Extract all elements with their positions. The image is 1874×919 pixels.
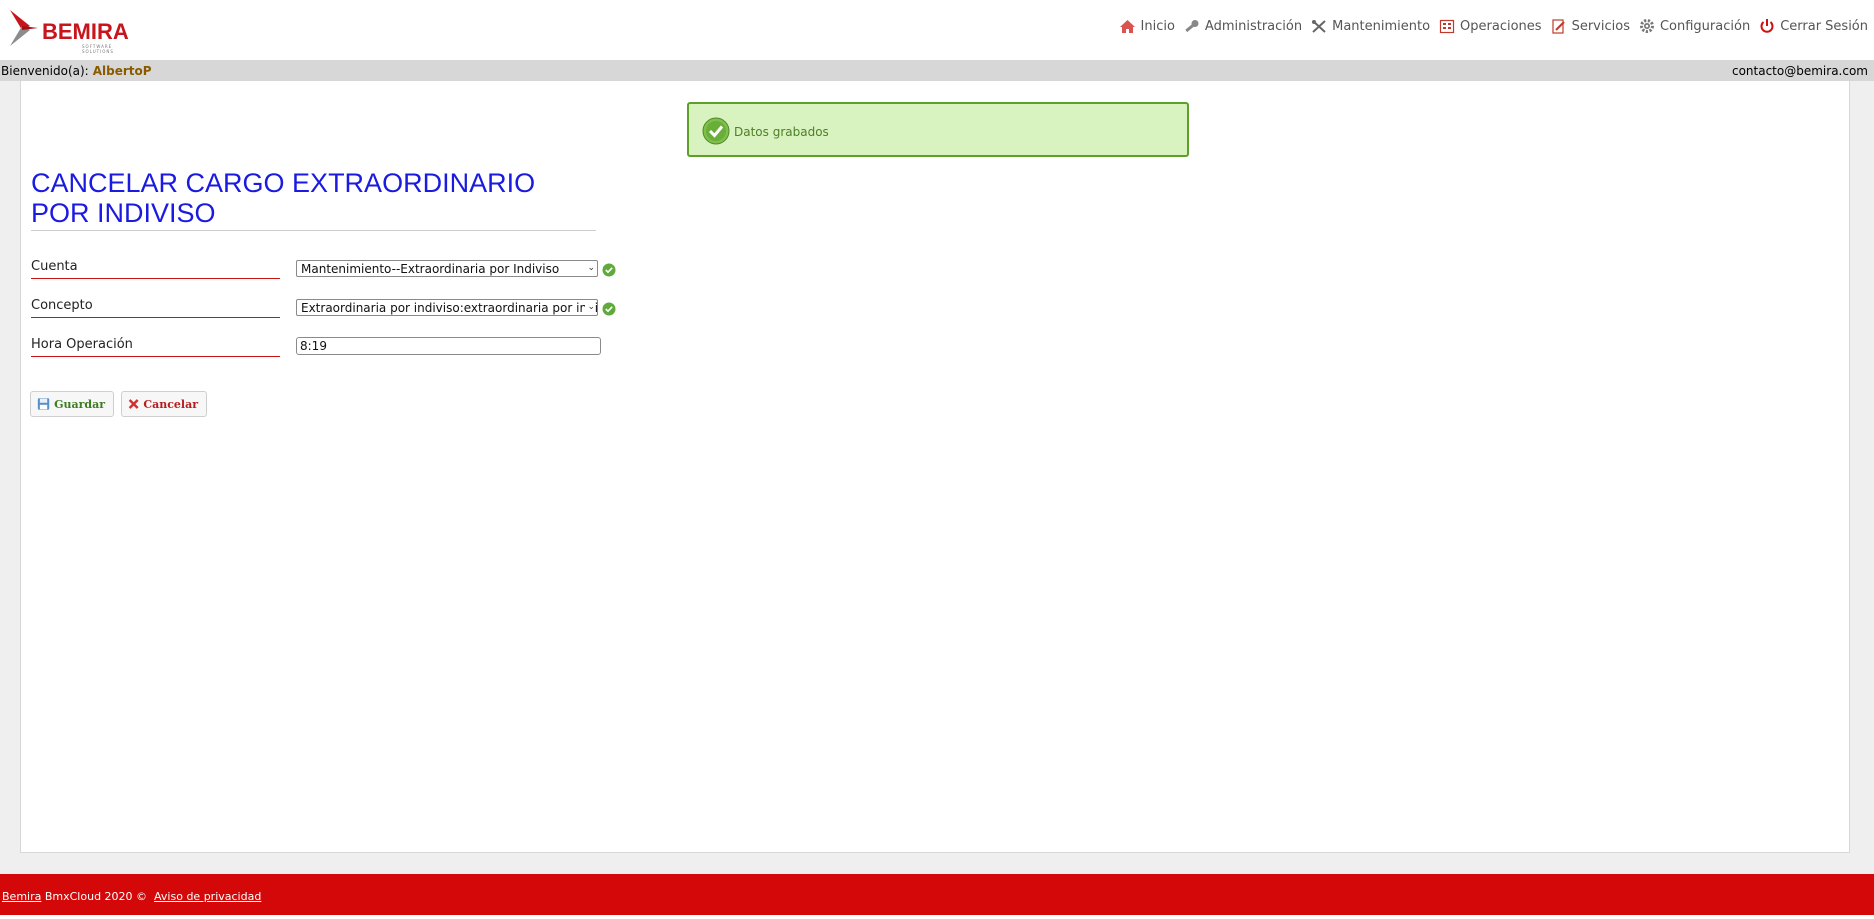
concepto-select[interactable]: Extraordinaria por indiviso:extraordinar… <box>296 299 598 316</box>
valid-check-icon <box>602 302 616 316</box>
hora-label: Hora Operación <box>31 337 280 357</box>
close-icon <box>128 399 139 409</box>
nav-item-mantenimiento[interactable]: Mantenimiento <box>1311 19 1430 34</box>
top-header: BEMIRA SOFTWARE SOLUTIONS Inicio Adminis… <box>0 0 1874 60</box>
calculator-icon <box>1439 19 1455 33</box>
document-edit-icon <box>1551 18 1565 34</box>
footer: Bemira BmxCloud 2020 © Aviso de privacid… <box>0 874 1874 915</box>
nav-item-inicio[interactable]: Inicio <box>1119 19 1175 34</box>
home-icon <box>1119 19 1135 33</box>
nav-label: Administración <box>1204 18 1303 34</box>
hora-input[interactable]: 8:19 <box>296 337 601 355</box>
bemira-logo[interactable]: BEMIRA SOFTWARE SOLUTIONS <box>8 8 138 54</box>
nav-item-cerrar-sesion[interactable]: Cerrar Sesión <box>1759 18 1868 34</box>
welcome-bar: Bienvenido(a): AlbertoP contacto@bemira.c… <box>0 60 1874 81</box>
logo-tagline: SOFTWARE SOLUTIONS <box>82 44 114 54</box>
cancel-label: Cancelar <box>143 397 198 411</box>
nav-item-operaciones[interactable]: Operaciones <box>1439 19 1542 34</box>
chevron-down-icon: ⌄ <box>585 302 595 312</box>
welcome-prefix: Bienvenido(a): <box>1 64 89 78</box>
valid-check-icon <box>602 263 616 277</box>
footer-brand-link[interactable]: Bemira <box>2 890 41 903</box>
nav-label: Mantenimiento <box>1332 18 1431 34</box>
nav-label: Servicios <box>1571 18 1630 34</box>
check-circle-icon <box>702 117 730 145</box>
page-title: CANCELAR CARGO EXTRAORDINARIO POR INDIVI… <box>31 168 596 231</box>
nav-label: Configuración <box>1659 18 1751 34</box>
main-nav: Inicio Administración Mantenimiento Oper… <box>1110 18 1868 34</box>
nav-label: Operaciones <box>1460 18 1542 34</box>
chevron-down-icon: ⌄ <box>585 263 595 273</box>
privacy-link[interactable]: Aviso de privacidad <box>154 890 261 903</box>
alert-message: Datos grabados <box>734 125 829 139</box>
floppy-disk-icon <box>37 398 50 410</box>
logo-text: BEMIRA <box>42 19 129 44</box>
cancel-button[interactable]: Cancelar <box>121 391 207 417</box>
gear-icon <box>1639 19 1654 33</box>
save-button[interactable]: Guardar <box>30 391 114 417</box>
key-icon <box>1185 19 1199 32</box>
cuenta-select[interactable]: Mantenimiento--Extraordinaria por Indivi… <box>296 260 598 277</box>
contact-email: contacto@bemira.com <box>1731 64 1868 78</box>
content-area: Datos grabados CANCELAR CARGO EXTRAORDIN… <box>0 81 1874 874</box>
power-icon <box>1760 19 1774 33</box>
welcome-user: AlbertoP <box>92 64 152 78</box>
cuenta-value: Mantenimiento--Extraordinaria por Indivi… <box>301 262 560 276</box>
nav-item-administracion[interactable]: Administración <box>1184 19 1302 34</box>
nav-item-servicios[interactable]: Servicios <box>1551 19 1630 34</box>
footer-text: BmxCloud 2020 © <box>44 890 148 903</box>
cuenta-label: Cuenta <box>31 259 280 279</box>
success-alert: Datos grabados <box>687 102 1189 157</box>
concepto-label: Concepto <box>31 298 280 318</box>
save-label: Guardar <box>54 397 105 411</box>
main-panel: Datos grabados CANCELAR CARGO EXTRAORDIN… <box>20 81 1850 853</box>
concepto-value: Extraordinaria por indiviso:extraordinar… <box>301 301 598 315</box>
tools-icon <box>1312 19 1326 33</box>
footer-content: Bemira BmxCloud 2020 © Aviso de privacid… <box>2 890 261 903</box>
nav-label: Cerrar Sesión <box>1780 18 1868 34</box>
welcome-text: Bienvenido(a): AlbertoP <box>1 64 152 78</box>
nav-item-configuracion[interactable]: Configuración <box>1639 18 1750 34</box>
nav-label: Inicio <box>1140 18 1175 34</box>
